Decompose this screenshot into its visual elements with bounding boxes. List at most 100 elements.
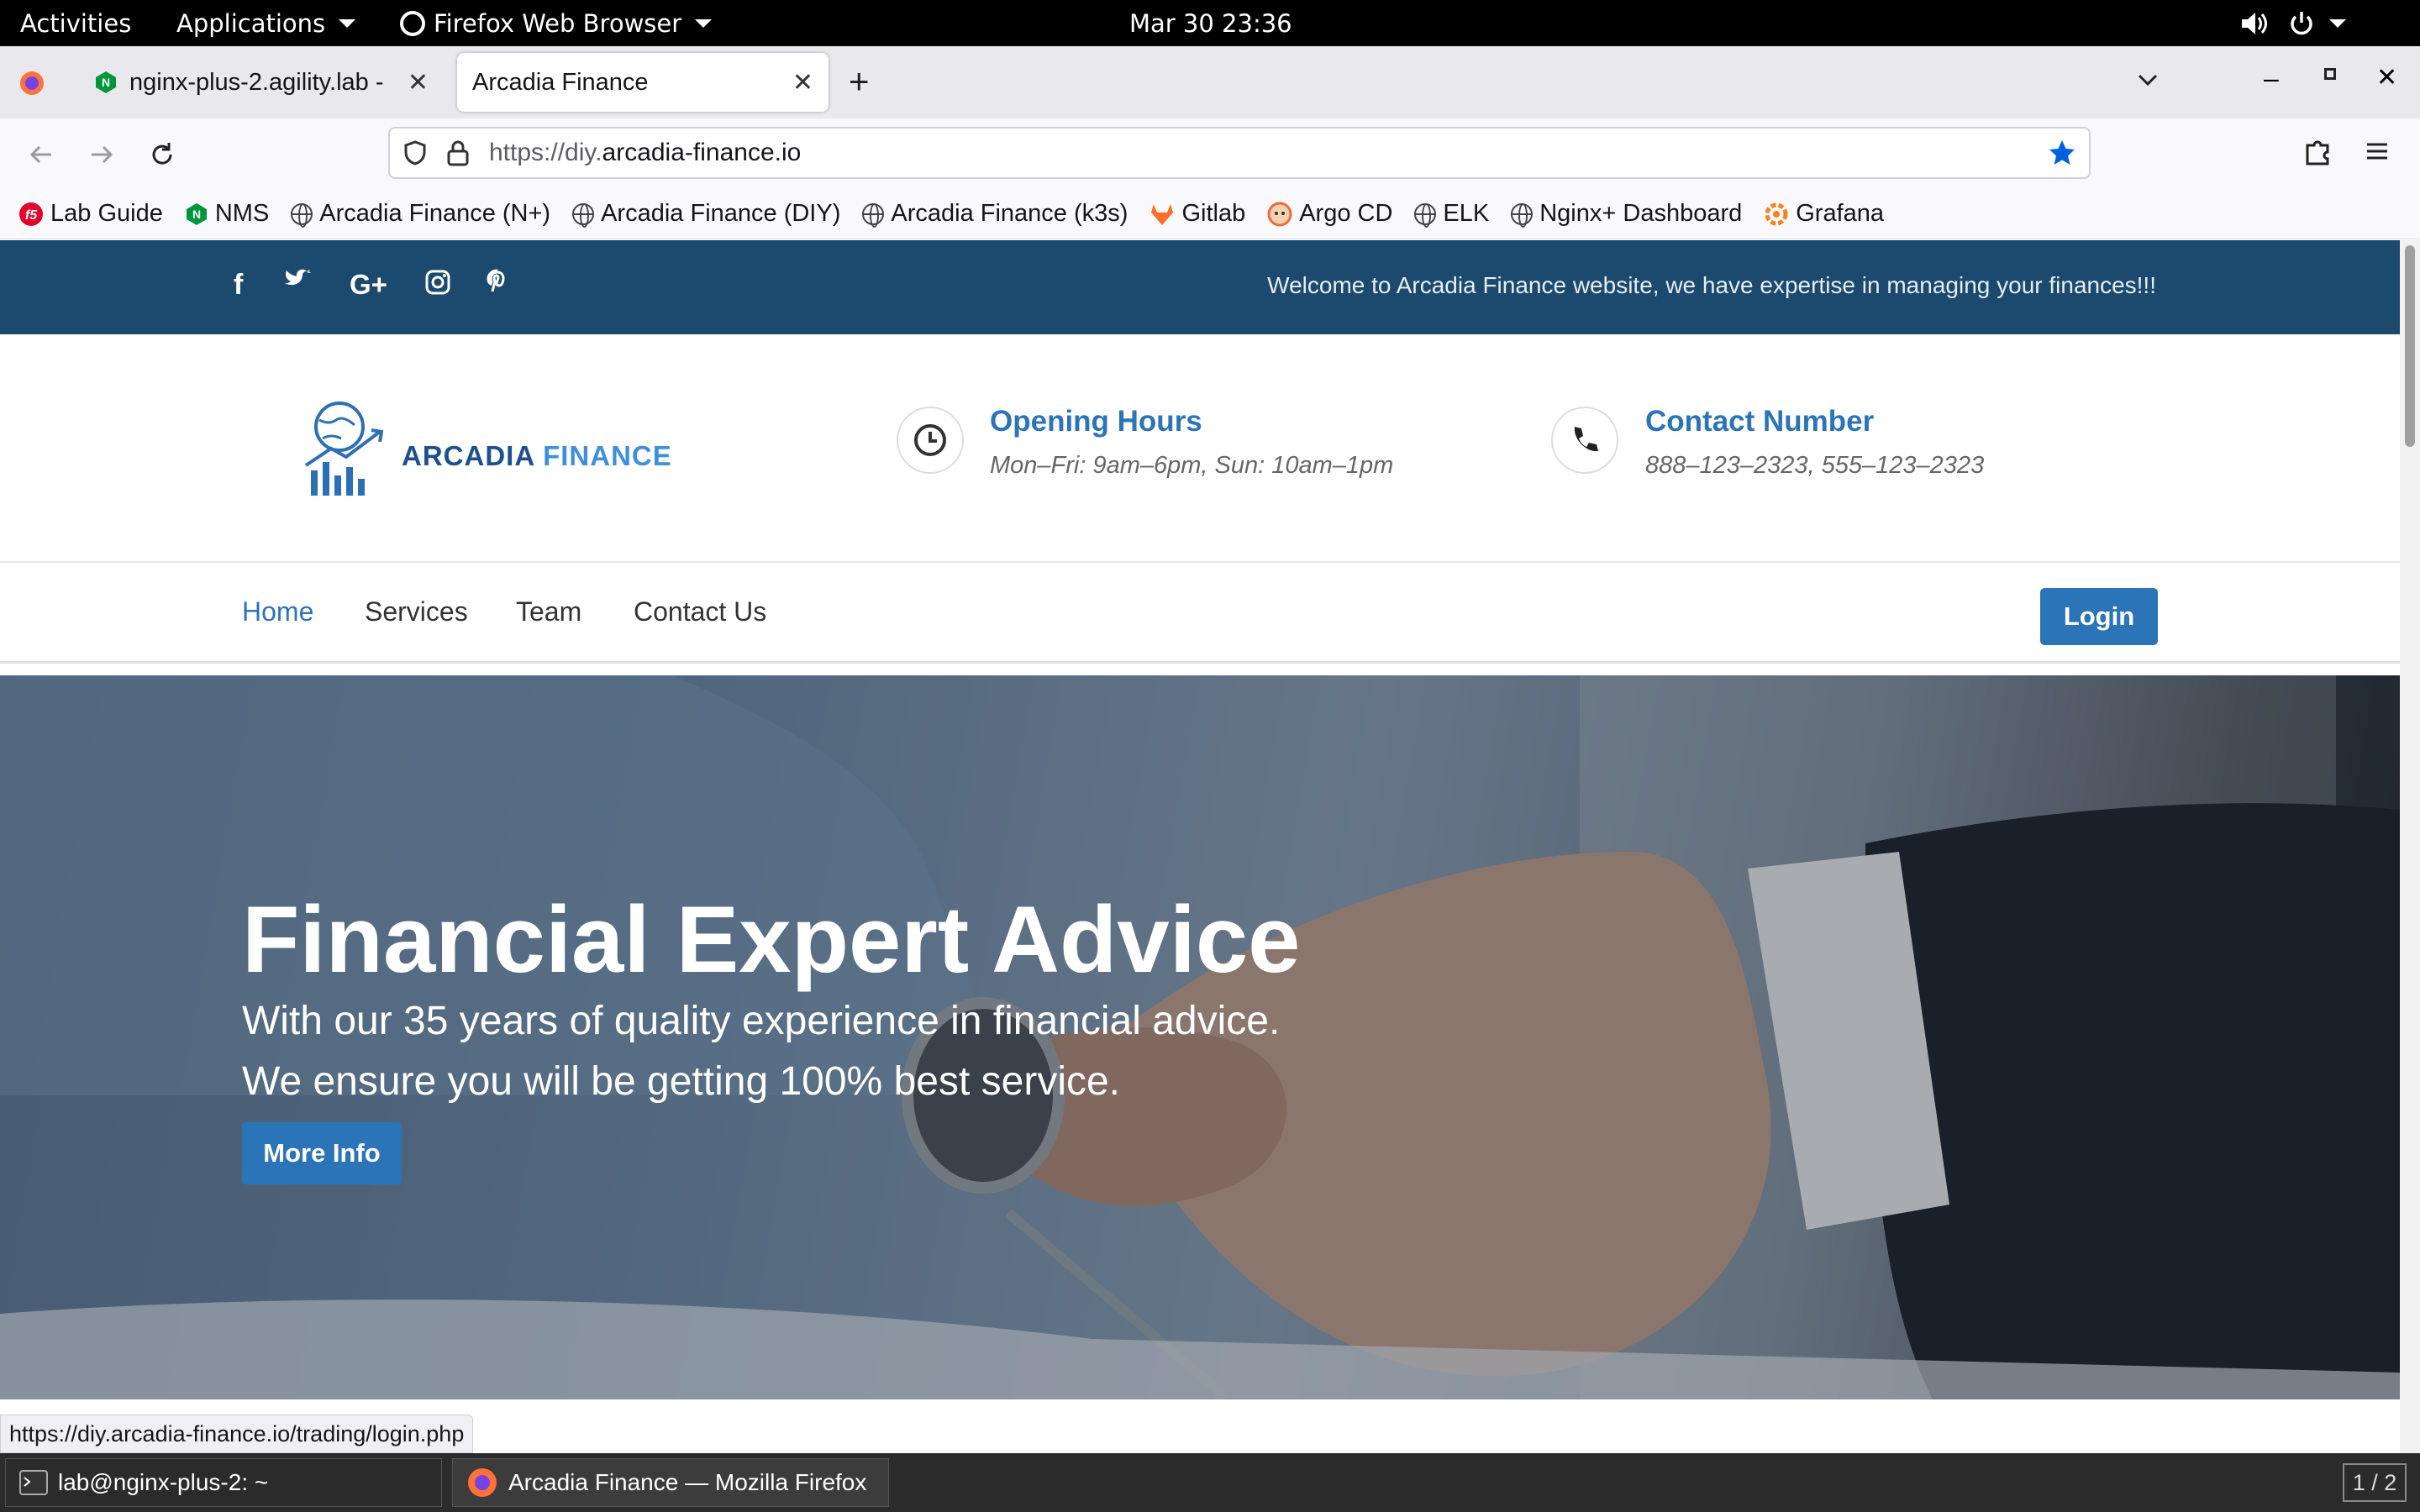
globe-icon	[1414, 202, 1437, 228]
star-icon[interactable]	[2047, 138, 2077, 168]
taskbar-terminal-label: lab@nginx-plus-2: ~	[58, 1469, 269, 1495]
tab-arcadia[interactable]: Arcadia Finance ✕	[457, 53, 829, 112]
welcome-message: Welcome to Arcadia Finance website, we h…	[1267, 272, 2156, 298]
taskbar-firefox-label: Arcadia Finance — Mozilla Firefox	[508, 1469, 867, 1495]
lock-icon[interactable]	[445, 139, 471, 166]
applications-menu[interactable]: Applications	[176, 0, 356, 46]
workspace-indicator[interactable]: 1 / 2	[2343, 1463, 2407, 1502]
bookmark-grafana[interactable]: Grafana	[1764, 200, 1884, 228]
gitlab-icon	[1151, 203, 1174, 225]
bookmark-arcadia-nplus[interactable]: Arcadia Finance (N+)	[291, 200, 550, 228]
arcadia-logo-text[interactable]: ARCADIA FINANCE	[402, 440, 672, 472]
menu-services[interactable]: Services	[365, 596, 468, 627]
pinterest-icon[interactable]	[486, 269, 509, 305]
clock[interactable]: Mar 30 23:36	[1129, 0, 1292, 46]
logo-word-1: ARCADIA	[402, 440, 544, 471]
shield-icon[interactable]	[402, 139, 429, 166]
forward-button[interactable]	[81, 134, 123, 176]
back-button[interactable]	[20, 134, 62, 176]
activities-label: Activities	[20, 8, 132, 38]
bookmark-nginx-dashboard[interactable]: Nginx+ Dashboard	[1511, 200, 1742, 228]
bookmark-arcadia-k3s[interactable]: Arcadia Finance (k3s)	[862, 200, 1128, 228]
maximize-button[interactable]	[2324, 68, 2336, 80]
url-text: https://diy.arcadia-finance.io	[489, 139, 801, 167]
scrollbar-thumb[interactable]	[2405, 245, 2415, 447]
minimize-button[interactable]: –	[2264, 63, 2279, 94]
bookmark-label: Arcadia Finance (k3s)	[891, 200, 1128, 227]
svg-text:N: N	[102, 76, 110, 89]
url-bar[interactable]: https://diy.arcadia-finance.io	[388, 127, 2091, 179]
bookmark-argo[interactable]: Argo CD	[1267, 200, 1392, 228]
bookmark-nms[interactable]: N NMS	[185, 200, 269, 228]
link-status-url: https://diy.arcadia-finance.io/trading/l…	[0, 1415, 474, 1453]
instagram-icon[interactable]	[424, 269, 451, 303]
firefox-view-button[interactable]	[18, 70, 45, 101]
nav-toolbar: https://diy.arcadia-finance.io	[0, 118, 2420, 189]
menu-team[interactable]: Team	[516, 596, 581, 627]
page-viewport: f G+ Welcome to Arcadia Finance website,…	[0, 240, 2400, 1453]
tab-nginx[interactable]: N nginx-plus-2.agility.lab - ✕	[79, 53, 444, 112]
tab-list-button[interactable]	[2134, 66, 2161, 97]
taskbar: lab@nginx-plus-2: ~ Arcadia Finance — Mo…	[0, 1453, 2420, 1512]
puzzle-icon	[2306, 140, 2329, 165]
arrow-left-icon	[29, 145, 51, 164]
twitter-icon[interactable]	[284, 269, 313, 302]
app-menu[interactable]: Firefox Web Browser	[400, 0, 713, 46]
volume-icon	[2242, 12, 2267, 34]
contact-number-text: 888–123–2323, 555–123–2323	[1645, 452, 1985, 479]
bookmark-label: ELK	[1443, 200, 1490, 227]
nginx-icon: N	[186, 202, 207, 225]
facebook-icon[interactable]: f	[234, 269, 243, 302]
firefox-icon	[468, 1468, 497, 1497]
clock-icon	[914, 424, 946, 456]
app-name-label: Firefox Web Browser	[434, 8, 682, 38]
arcadia-logo-icon[interactable]	[302, 400, 390, 501]
globe-icon	[291, 202, 313, 228]
login-button[interactable]: Login	[2040, 588, 2158, 645]
bookmark-arcadia-diy[interactable]: Arcadia Finance (DIY)	[572, 200, 840, 228]
window-close-button[interactable]: ✕	[2376, 63, 2397, 92]
taskbar-firefox[interactable]: Arcadia Finance — Mozilla Firefox	[452, 1458, 889, 1507]
taskbar-terminal[interactable]: lab@nginx-plus-2: ~	[5, 1458, 442, 1507]
hero-title: Financial Expert Advice	[242, 887, 1301, 992]
globe-icon	[862, 202, 885, 228]
google-plus-icon[interactable]: G+	[350, 269, 387, 301]
new-tab-button[interactable]: +	[849, 61, 870, 102]
bookmark-label: Nginx+ Dashboard	[1539, 200, 1743, 227]
tab-strip: N nginx-plus-2.agility.lab - ✕ Arcadia F…	[0, 46, 2420, 118]
chevron-down-icon	[695, 18, 713, 28]
bookmark-elk[interactable]: ELK	[1414, 200, 1489, 228]
nginx-icon: N	[96, 71, 116, 93]
hero-banner: Financial Expert Advice With our 35 year…	[0, 675, 2400, 1399]
f5-icon: f5	[19, 202, 43, 226]
extensions-button[interactable]	[2302, 137, 2333, 171]
arrow-right-icon	[92, 145, 113, 164]
phone-icon	[1574, 427, 1598, 452]
app-menu-button[interactable]	[2363, 137, 2391, 170]
bookmark-gitlab[interactable]: Gitlab	[1150, 200, 1245, 228]
page-scrollbar[interactable]	[2400, 240, 2420, 1453]
firefox-icon	[20, 71, 44, 95]
activities-button[interactable]: Activities	[20, 0, 131, 46]
hero-subtitle-2: We ensure you will be getting 100% best …	[242, 1059, 1121, 1104]
chevron-down-icon	[2138, 74, 2158, 87]
bookmark-label: Lab Guide	[50, 200, 163, 227]
bookmark-label: NMS	[214, 200, 270, 227]
svg-text:f5: f5	[25, 208, 38, 223]
url-prefix: https://diy.	[489, 139, 602, 166]
close-icon[interactable]: ✕	[408, 68, 429, 97]
chevron-down-icon	[2329, 18, 2346, 28]
svg-text:N: N	[192, 207, 201, 221]
hamburger-icon	[2367, 143, 2387, 160]
clock-label: Mar 30 23:36	[1129, 8, 1292, 38]
more-info-button[interactable]: More Info	[242, 1122, 402, 1184]
opening-hours-text: Mon–Fri: 9am–6pm, Sun: 10am–1pm	[990, 452, 1394, 479]
bookmark-lab-guide[interactable]: f5 Lab Guide	[18, 200, 163, 228]
reload-button[interactable]	[141, 134, 183, 176]
menu-home[interactable]: Home	[242, 596, 313, 627]
grafana-icon	[1765, 202, 1788, 225]
menu-contact-us[interactable]: Contact Us	[634, 596, 766, 627]
system-menu[interactable]	[2238, 0, 2346, 46]
site-top-strip: f G+ Welcome to Arcadia Finance website,…	[0, 240, 2400, 334]
close-icon[interactable]: ✕	[792, 68, 813, 97]
